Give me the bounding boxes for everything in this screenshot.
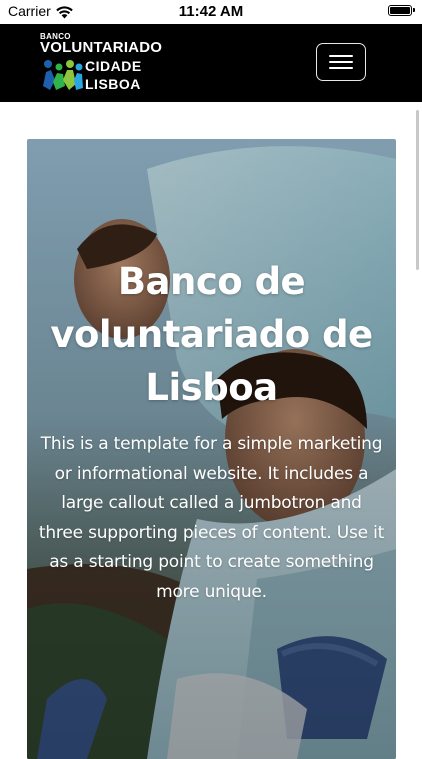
volunteer-figures-logo-icon: [42, 58, 84, 96]
status-time: 11:42 AM: [178, 3, 244, 20]
page-content[interactable]: Banco de voluntariado de Lisboa This is …: [0, 102, 422, 759]
brand-logo[interactable]: BANCO VOLUNTARIADO CIDADE LISBOA: [40, 32, 163, 96]
brand-lisboa-text: LISBOA: [85, 76, 141, 92]
battery-icon: [388, 5, 415, 16]
scrollbar[interactable]: [416, 110, 419, 270]
brand-city-text: CIDADE: [85, 58, 142, 74]
hamburger-bar: [329, 61, 353, 63]
status-bar: Carrier 11:42 AM: [0, 0, 422, 24]
navbar: BANCO VOLUNTARIADO CIDADE LISBOA: [0, 24, 422, 102]
jumbotron-lead: This is a template for a simple marketin…: [38, 434, 385, 602]
jumbotron-text: Banco de voluntariado de Lisboa This is …: [27, 139, 396, 759]
brand-title: VOLUNTARIADO: [40, 39, 163, 56]
hamburger-menu-icon: [329, 55, 353, 57]
hamburger-bar: [329, 67, 353, 69]
jumbotron-title: Banco de voluntariado de Lisboa: [50, 260, 373, 409]
jumbotron: Banco de voluntariado de Lisboa This is …: [27, 139, 396, 759]
menu-toggle-button[interactable]: [316, 43, 366, 81]
